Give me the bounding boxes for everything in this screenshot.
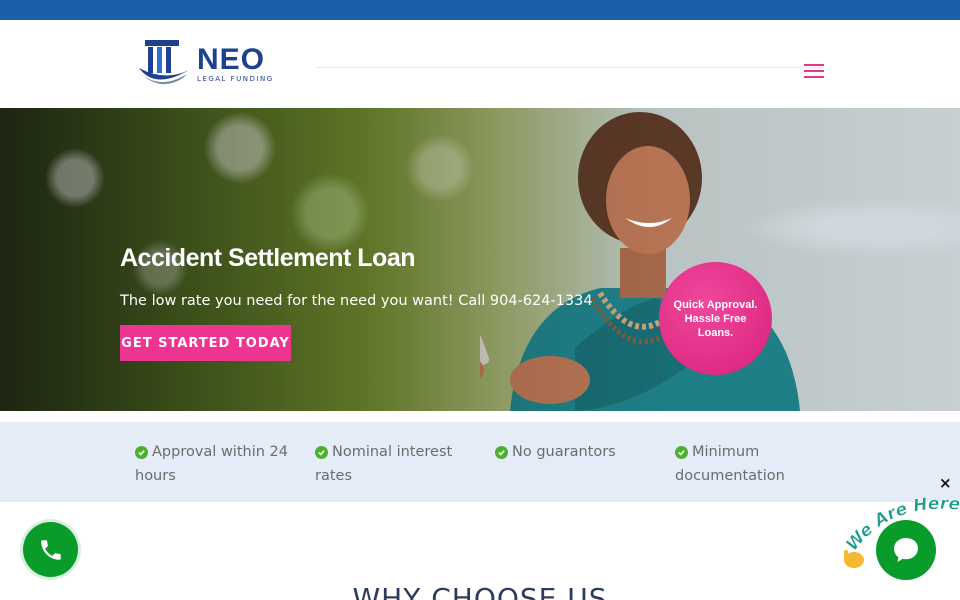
check-circle-icon [135,446,148,459]
quick-approval-badge: Quick Approval. Hassle Free Loans. [659,262,772,375]
logo-wordmark: NEO LEGAL FUNDING [197,42,274,83]
waving-hand-icon [844,550,864,568]
section-heading: WHY CHOOSE US [352,582,608,600]
hero-title: Accident Settlement Loan [120,244,416,272]
badge-text: Quick Approval. Hassle Free Loans. [673,298,758,339]
phone-icon [40,539,61,560]
feature-item: No guarantors [495,440,655,464]
call-button[interactable] [23,522,78,577]
hamburger-icon[interactable] [804,64,826,80]
features-bar: Approval within 24 hours Nominal interes… [0,422,960,502]
logo-name: NEO [197,42,266,76]
chat-button[interactable] [876,520,936,580]
feature-item: Nominal interest rates [315,440,475,488]
logo[interactable]: NEO LEGAL FUNDING [135,38,295,90]
feature-label: No guarantors [512,444,616,460]
feature-label: Minimum documentation [675,444,785,484]
top-bar [0,0,960,20]
check-circle-icon [495,446,508,459]
logo-tagline: LEGAL FUNDING [197,74,274,83]
chat-bubble-icon [894,538,918,562]
check-circle-icon [315,446,328,459]
feature-item: Approval within 24 hours [135,440,295,488]
check-circle-icon [675,446,688,459]
page: NEO LEGAL FUNDING Accident Settlement Lo… [0,0,960,600]
feature-item: Minimum documentation [675,440,835,488]
close-chat-button[interactable]: × [939,474,952,492]
feature-label: Approval within 24 hours [135,444,288,484]
logo-pillar-icon [139,40,189,85]
get-started-button[interactable]: GET STARTED TODAY [120,325,291,361]
feature-label: Nominal interest rates [315,444,453,484]
hero-subtitle: The low rate you need for the need you w… [120,293,593,309]
header-divider [316,67,824,68]
site-header: NEO LEGAL FUNDING [0,20,960,108]
